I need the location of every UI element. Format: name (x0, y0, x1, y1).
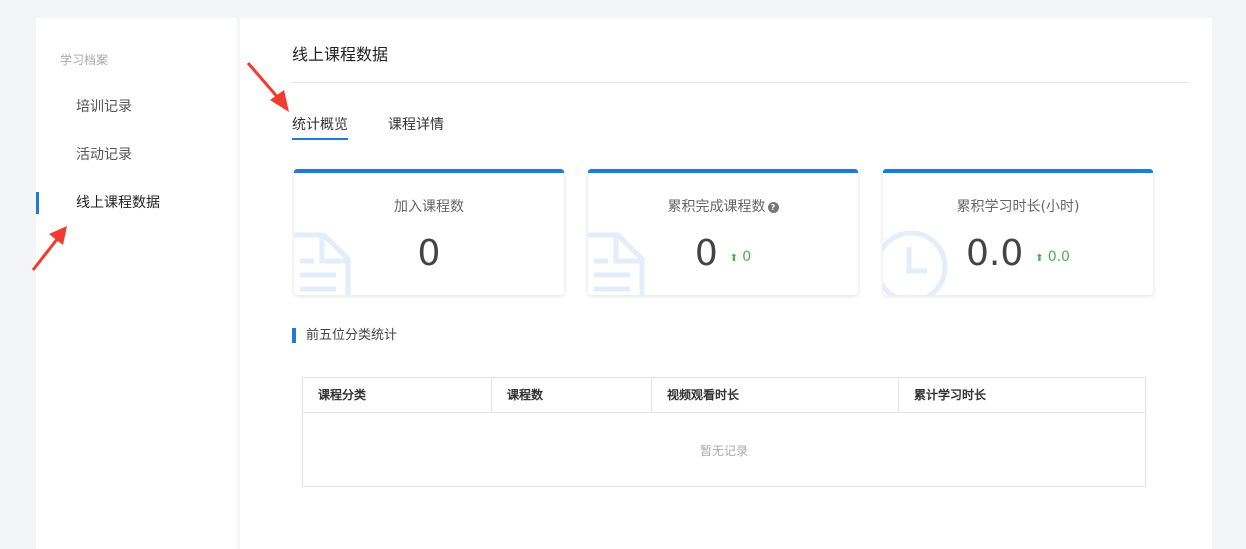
column-header-category: 课程分类 (303, 378, 492, 413)
card-value-row: 0.0 ⬆ 0.0 (883, 233, 1153, 274)
sidebar-heading: 学习档案 (60, 53, 109, 67)
card-label: 加入课程数 (394, 199, 464, 215)
title-divider (292, 82, 1188, 83)
stat-card-completed-courses: 累积完成课程数? 0 ⬆ 0 (588, 169, 858, 295)
stat-card-joined-courses: 加入课程数 0 (294, 169, 564, 295)
table-header: 课程分类 课程数 视频观看时长 累计学习时长 (303, 378, 1145, 413)
tab-overview[interactable]: 统计概览 (292, 114, 348, 140)
delta-badge: ⬆ 0 (730, 249, 751, 265)
column-header-video-watch-time: 视频观看时长 (652, 378, 899, 413)
help-icon[interactable]: ? (767, 202, 779, 213)
column-header-total-study-time: 累计学习时长 (914, 388, 987, 402)
card-value: 0 (694, 233, 718, 274)
sidebar: 学习档案 培训记录 活动记录 线上课程数据 (36, 18, 237, 549)
delta-badge: ⬆ 0.0 (1035, 249, 1070, 265)
sidebar-item-online-course-data[interactable]: 线上课程数据 (36, 191, 237, 215)
sidebar-item-activity-records[interactable]: 活动记录 (36, 143, 237, 167)
column-header-course-count: 课程数 (492, 378, 652, 413)
arrow-up-icon: ⬆ (1035, 253, 1044, 264)
card-value: 0.0 (966, 233, 1024, 274)
delta-value: 0.0 (1047, 249, 1070, 265)
category-stats-table: 课程分类 课程数 视频观看时长 累计学习时长 暂无记录 (302, 377, 1146, 487)
sidebar-item-training-records[interactable]: 培训记录 (36, 95, 237, 119)
empty-state-text: 暂无记录 (699, 444, 748, 458)
stat-card-study-hours: 累积学习时长(小时) 0.0 ⬆ 0.0 (883, 169, 1153, 295)
page-title: 线上课程数据 (292, 45, 389, 64)
arrow-up-icon: ⬆ (729, 253, 739, 264)
main-panel: 线上课程数据 统计概览 课程详情 加入课程数 0 累积完成课程数? 0⬆0 (240, 18, 1212, 549)
card-label: 累积完成课程数? (588, 196, 858, 216)
card-value: 0 (417, 233, 441, 274)
card-label-text: 累积完成课程数 (667, 199, 766, 215)
card-label: 累积学习时长(小时) (956, 199, 1080, 215)
delta-value: 0 (742, 249, 752, 265)
card-value-row: 0 ⬆ 0 (588, 233, 858, 274)
section-title: 前五位分类统计 (292, 328, 397, 344)
tab-course-details[interactable]: 课程详情 (388, 114, 444, 140)
